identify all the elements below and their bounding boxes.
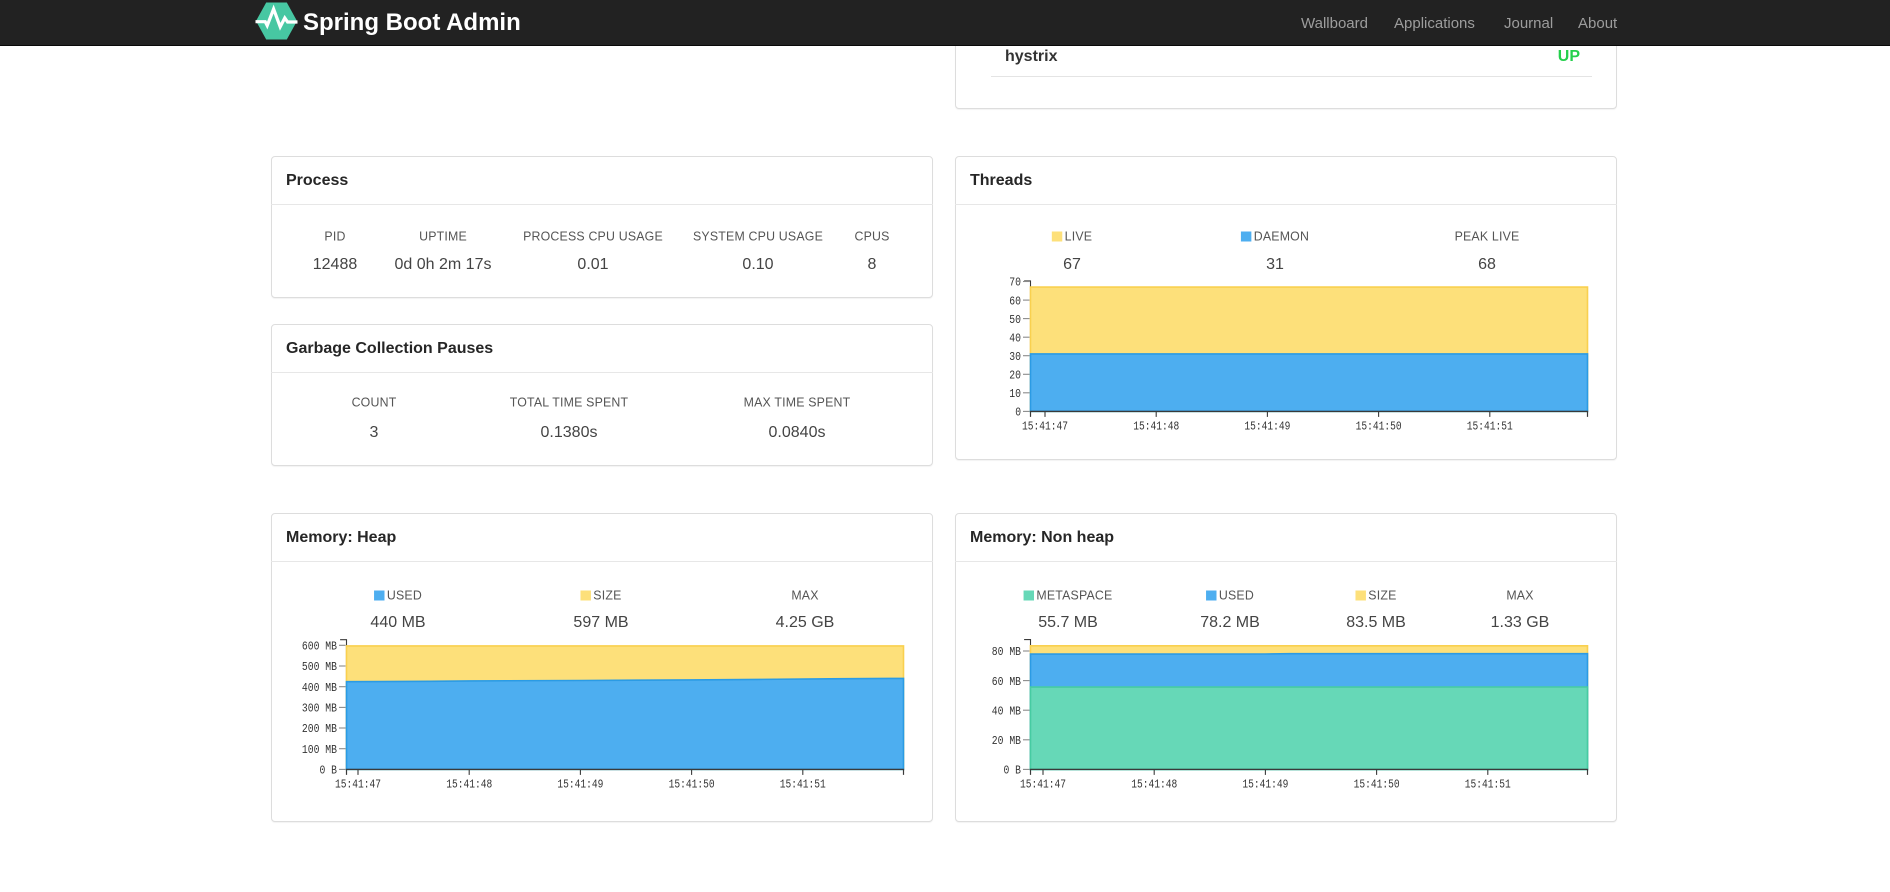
svg-text:500 MB: 500 MB: [302, 660, 337, 674]
svg-text:15:41:48: 15:41:48: [1131, 777, 1177, 791]
svg-text:15:41:50: 15:41:50: [669, 777, 715, 791]
svg-text:70: 70: [1009, 276, 1021, 290]
svg-text:0 B: 0 B: [1004, 764, 1022, 778]
svg-text:15:41:50: 15:41:50: [1354, 777, 1400, 791]
svg-text:50: 50: [1009, 313, 1021, 327]
svg-text:20 MB: 20 MB: [992, 734, 1021, 748]
svg-text:15:41:51: 15:41:51: [1467, 419, 1513, 433]
svg-text:30: 30: [1009, 350, 1021, 364]
svg-text:15:41:48: 15:41:48: [446, 777, 492, 791]
svg-text:40 MB: 40 MB: [992, 704, 1021, 718]
svg-text:100 MB: 100 MB: [302, 743, 337, 757]
svg-text:200 MB: 200 MB: [302, 722, 337, 736]
svg-text:300 MB: 300 MB: [302, 702, 337, 716]
svg-text:40: 40: [1009, 331, 1021, 345]
svg-text:15:41:51: 15:41:51: [1465, 777, 1511, 791]
svg-text:15:41:49: 15:41:49: [1244, 419, 1290, 433]
svg-text:600 MB: 600 MB: [302, 640, 337, 654]
svg-text:15:41:48: 15:41:48: [1133, 419, 1179, 433]
svg-text:15:41:47: 15:41:47: [335, 777, 381, 791]
svg-text:20: 20: [1009, 369, 1021, 383]
svg-text:15:41:49: 15:41:49: [1242, 777, 1288, 791]
svg-text:80 MB: 80 MB: [992, 645, 1021, 659]
svg-text:0 B: 0 B: [320, 764, 338, 778]
svg-text:60: 60: [1009, 294, 1021, 308]
svg-text:15:41:51: 15:41:51: [780, 777, 826, 791]
svg-text:15:41:47: 15:41:47: [1022, 419, 1068, 433]
svg-text:400 MB: 400 MB: [302, 681, 337, 695]
svg-text:0: 0: [1015, 406, 1021, 420]
svg-text:15:41:47: 15:41:47: [1020, 777, 1066, 791]
svg-text:15:41:49: 15:41:49: [557, 777, 603, 791]
svg-text:15:41:50: 15:41:50: [1356, 419, 1402, 433]
svg-text:10: 10: [1009, 387, 1021, 401]
svg-text:60 MB: 60 MB: [992, 675, 1021, 689]
